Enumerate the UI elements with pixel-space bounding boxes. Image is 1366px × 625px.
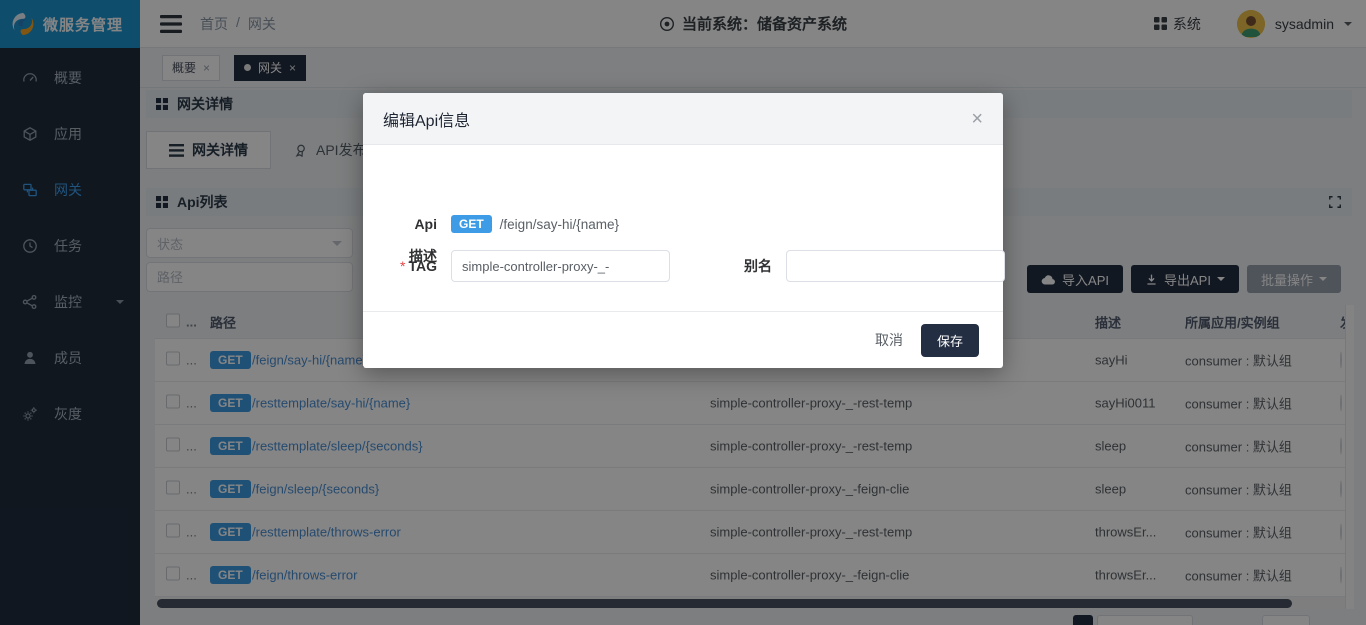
app-root: 微服务管理 概要 应用 网关 监控 任务 监控	[0, 0, 1366, 625]
close-icon[interactable]: ×	[971, 109, 983, 129]
modal-tag-row: *TAG 别名	[363, 250, 1005, 282]
tag-label: *TAG	[363, 258, 437, 274]
cancel-button[interactable]: 取消	[875, 330, 903, 350]
tag-input[interactable]	[451, 250, 670, 282]
required-mark: *	[400, 258, 405, 274]
alias-label: 别名	[712, 256, 772, 276]
save-button[interactable]: 保存	[921, 324, 979, 357]
modal-api-row: Api GET /feign/say-hi/{name}	[363, 209, 619, 239]
edit-api-modal: 编辑Api信息 × Api GET /feign/say-hi/{name} 描…	[363, 93, 1003, 368]
tag-label-text: TAG	[408, 258, 437, 274]
method-badge: GET	[451, 215, 492, 233]
modal-title: 编辑Api信息	[383, 107, 470, 131]
alias-input[interactable]	[786, 250, 1005, 282]
modal-footer: 取消 保存	[363, 311, 1003, 368]
api-path-value: /feign/say-hi/{name}	[500, 217, 619, 232]
modal-header: 编辑Api信息 ×	[363, 93, 1003, 145]
api-label: Api	[363, 216, 437, 232]
